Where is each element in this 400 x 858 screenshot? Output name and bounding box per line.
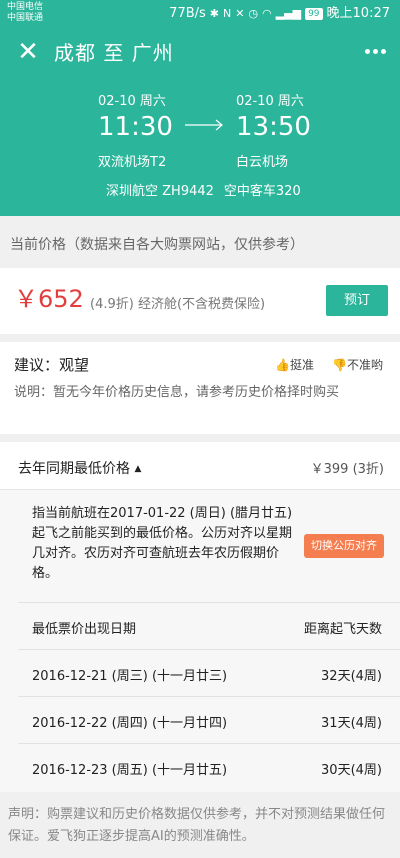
carrier-1: 中国电信 — [7, 2, 44, 12]
advice-card: 建议：观望 👍挺准 👎不准哟 说明：暂无今年价格历史信息，请参考历史价格择时购买 — [0, 342, 400, 434]
row-days: 30天(4周) — [321, 763, 382, 778]
vote-accurate-button[interactable]: 👍挺准 — [275, 356, 314, 373]
history-table: 最低票价出现日期 距离起飞天数 2016-12-21 (周三) (十一月廿三) … — [18, 602, 400, 790]
book-button[interactable]: 预订 — [326, 285, 388, 316]
price-description: (4.9折) 经济舱(不含税费保险) — [90, 297, 266, 312]
switch-calendar-button[interactable]: 切换公历对齐 — [304, 534, 384, 558]
table-header-date: 最低票价出现日期 — [32, 622, 137, 637]
history-title: 去年同期最低价格 ▲ — [18, 458, 141, 478]
row-days: 32天(4周) — [321, 669, 382, 684]
bluetooth-icon: ✱ — [209, 7, 220, 20]
history-lowest-price: ￥399 (3折) — [310, 462, 384, 477]
arrival-date: 02-10 周六 — [236, 94, 304, 109]
table-row: 2016-12-21 (周三) (十一月廿三) 32天(4周) — [18, 649, 400, 696]
flight-header: ✕ 成都 至 广州 02-10 周六 02-10 周六 11:30 13:50 … — [0, 28, 400, 216]
caret-up-icon: ▲ — [134, 464, 142, 474]
vote-accurate-label: 挺准 — [289, 358, 314, 372]
carrier-info: 中国电信 中国联通 — [7, 2, 43, 24]
more-options-button[interactable] — [362, 44, 388, 58]
row-date: 2016-12-22 (周四) (十一月廿四) — [32, 716, 228, 731]
status-bar: 中国电信 中国联通 77B/s ✱ N ✕ ◷ ◠ ▂▄▆ 99 晚上10:27 — [0, 0, 400, 28]
row-days: 31天(4周) — [321, 716, 382, 731]
table-row: 2016-12-23 (周五) (十一月廿五) 30天(4周) — [18, 743, 400, 790]
history-card: 去年同期最低价格 ▲ ￥399 (3折) 指当前航班在2017-01-22 (周… — [0, 442, 400, 792]
history-header[interactable]: 去年同期最低价格 ▲ ￥399 (3折) — [0, 442, 400, 490]
wifi-icon: ◠ — [262, 7, 272, 20]
departure-date: 02-10 周六 — [98, 94, 166, 109]
price-card: ￥652 (4.9折) 经济舱(不含税费保险) 预订 — [0, 268, 400, 334]
clock: 晚上10:27 — [326, 6, 390, 21]
network-speed: 77B/s — [169, 6, 206, 21]
flight-number: 深圳航空 ZH9442 — [106, 184, 214, 199]
close-button[interactable]: ✕ — [14, 38, 42, 66]
arrival-time: 13:50 — [236, 112, 311, 142]
table-row: 2016-12-22 (周四) (十一月廿四) 31天(4周) — [18, 696, 400, 743]
route-title: 成都 至 广州 — [54, 41, 174, 65]
table-header-days: 距离起飞天数 — [303, 622, 382, 637]
status-indicators: 77B/s ✱ N ✕ ◷ ◠ ▂▄▆ 99 晚上10:27 — [169, 6, 390, 22]
history-title-text: 去年同期最低价格 — [18, 461, 130, 477]
alarm-icon: ◷ — [248, 7, 259, 20]
advice-title: 建议：观望 — [14, 356, 90, 374]
table-header-row: 最低票价出现日期 距离起飞天数 — [18, 602, 400, 649]
row-date: 2016-12-23 (周五) (十一月廿五) — [32, 763, 228, 778]
disclaimer: 声明：购票建议和历史价格数据仅供参考，并不对预测结果做任何保证。爱飞狗正逐步提高… — [0, 792, 400, 858]
vote-inaccurate-button[interactable]: 👎不准哟 — [332, 356, 383, 373]
history-body: 指当前航班在2017-01-22 (周日) (腊月廿五)起飞之前能买到的最低价格… — [0, 490, 400, 792]
carrier-2: 中国联通 — [7, 13, 44, 23]
advice-note: 说明：暂无今年价格历史信息，请参考历史价格择时购买 — [14, 385, 340, 400]
thumbs-down-icon: 👎 — [332, 358, 347, 372]
row-date: 2016-12-21 (周三) (十一月廿三) — [32, 669, 228, 684]
current-price: ￥652 — [14, 285, 84, 313]
history-explanation: 指当前航班在2017-01-22 (周日) (腊月廿五)起飞之前能买到的最低价格… — [32, 506, 293, 581]
close-icon: ✕ — [17, 37, 39, 67]
battery-icon: 99 — [305, 8, 323, 20]
departure-airport: 双流机场T2 — [98, 155, 167, 170]
aircraft-type: 空中客车320 — [223, 184, 301, 199]
price-section-label: 当前价格（数据来自各大购票网站，仅供参考） — [0, 216, 400, 268]
vote-inaccurate-label: 不准哟 — [346, 358, 383, 372]
flight-info: 深圳航空 ZH9442 空中客车320 — [106, 180, 311, 199]
more-icon — [364, 48, 370, 54]
thumbs-up-icon: 👍 — [275, 358, 290, 372]
mute-icon: ✕ — [235, 7, 245, 20]
nfc-icon: N — [223, 7, 232, 20]
arrival-airport: 白云机场 — [236, 155, 289, 170]
arrow-right-icon — [185, 119, 223, 131]
signal-icon: ▂▄▆ — [275, 7, 302, 20]
departure-time: 11:30 — [98, 112, 173, 142]
